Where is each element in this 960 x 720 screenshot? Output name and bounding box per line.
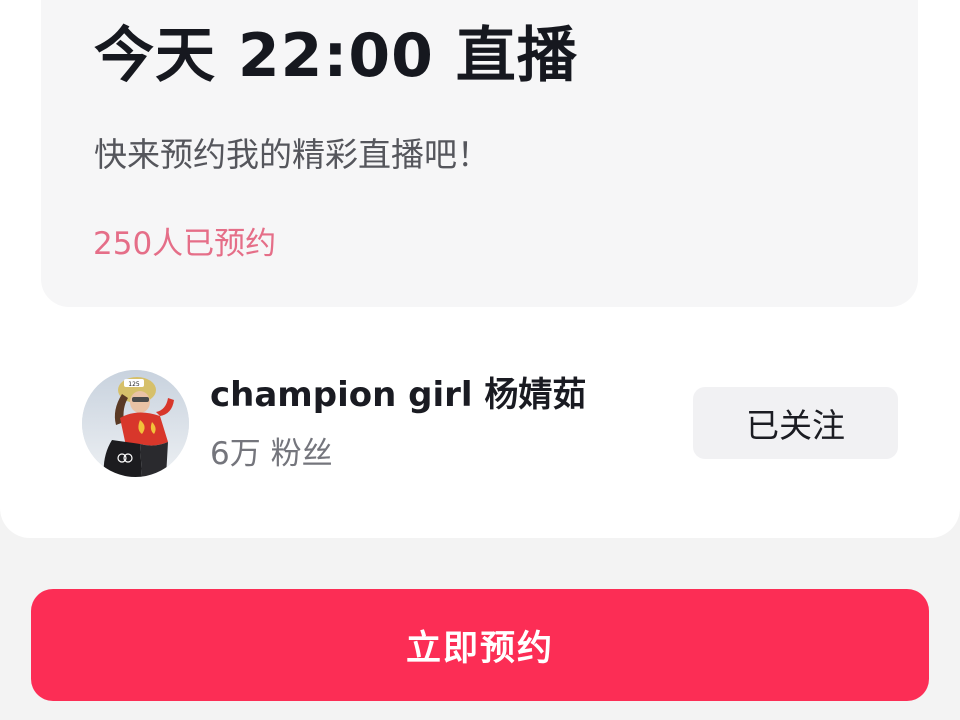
- athlete-photo-icon: 125: [82, 370, 189, 477]
- live-title: 今天 22:00 直播: [94, 21, 578, 91]
- helmet-number: 125: [128, 381, 140, 388]
- live-subtitle: 快来预约我的精彩直播吧！: [94, 135, 490, 174]
- reserve-now-button[interactable]: 立即预约: [31, 589, 929, 701]
- author-fans-count: 6万 粉丝: [210, 436, 333, 472]
- live-reservation-page: 今天 22:00 直播 快来预约我的精彩直播吧！ 250人已预约 125 cha…: [0, 0, 960, 720]
- author-name[interactable]: champion girl 杨婧茹: [210, 372, 586, 418]
- following-button[interactable]: 已关注: [693, 387, 898, 459]
- reserved-count: 250人已预约: [93, 226, 277, 262]
- author-avatar[interactable]: 125: [82, 370, 189, 477]
